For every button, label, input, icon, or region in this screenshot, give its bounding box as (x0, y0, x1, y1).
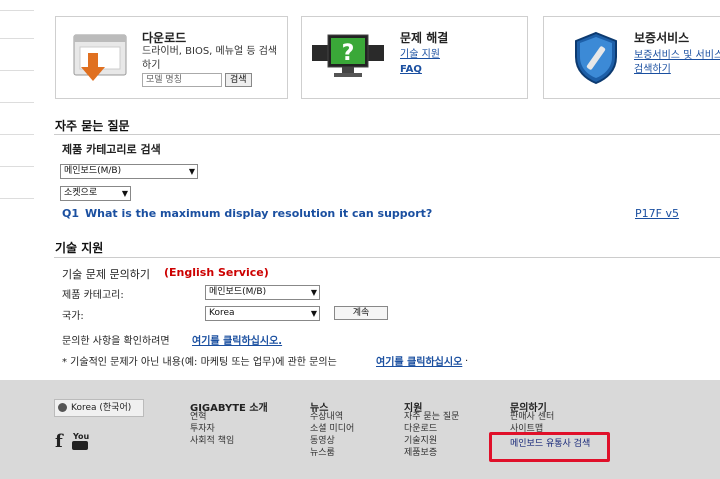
nav-divider (0, 102, 34, 103)
troubleshoot-title: 문제 해결 (400, 31, 449, 45)
support-country-select[interactable]: Korea ▼ (205, 306, 320, 321)
chevron-down-icon: ▼ (310, 288, 317, 297)
svg-text:?: ? (342, 41, 355, 66)
download-icon (73, 34, 127, 81)
continue-button[interactable]: 계속 (334, 306, 388, 320)
support-divider (54, 257, 720, 258)
troubleshoot-card: ? 문제 해결 기술 지원 FAQ (301, 16, 528, 99)
footer-link[interactable]: 사회적 책임 (190, 436, 234, 448)
faq-model-link[interactable]: P17F v5 (635, 207, 679, 220)
chevron-down-icon: ▼ (188, 167, 195, 176)
nav-divider (0, 198, 34, 199)
warranty-service-link[interactable]: 보증서비스 및 서비스 (634, 46, 720, 61)
chevron-down-icon: ▼ (310, 309, 317, 318)
footer-link[interactable]: 자주 묻는 질문 (404, 412, 459, 424)
shield-wrench-icon (575, 31, 617, 85)
download-title: 다운로드 (142, 31, 187, 45)
footer-link[interactable]: 투자자 (190, 424, 215, 436)
faq-question-link[interactable]: What is the maximum display resolution i… (85, 207, 432, 220)
left-nav (0, 0, 34, 380)
nav-divider (0, 10, 34, 11)
faq-model-select[interactable]: 소켓으로 ▼ (60, 186, 131, 201)
monitor-question-icon: ? (312, 34, 384, 77)
youtube-icon[interactable]: You (72, 432, 89, 450)
support-category-select[interactable]: 메인보드(M/B) ▼ (205, 285, 320, 300)
check-inquiry-link[interactable]: 여기를 클릭하십시오. (192, 332, 282, 347)
support-subheading: 기술 문제 문의하기 (62, 268, 150, 281)
footer-link[interactable]: 다운로드 (404, 424, 437, 436)
footer-link[interactable]: 뉴스룸 (310, 448, 335, 460)
nav-divider (0, 70, 34, 71)
warranty-title: 보증서비스 (634, 31, 690, 45)
faq-heading: 자주 묻는 질문 (55, 119, 130, 133)
non-tech-note-text: * 기술적인 문제가 아닌 내용(예: 마케팅 또는 업무)에 관한 문의는 (62, 357, 337, 368)
support-country-label: 국가: (62, 311, 84, 322)
model-name-input[interactable]: 모델 명칭 (142, 73, 222, 87)
warranty-card: 보증서비스 보증서비스 및 서비스 검색하기 (543, 16, 720, 99)
facebook-icon[interactable]: f (55, 431, 63, 452)
non-tech-note-end: . (465, 353, 469, 364)
footer-link[interactable]: 소셜 미디어 (310, 424, 354, 436)
region-selector[interactable]: Korea (한국어) (54, 399, 144, 417)
faq-category-select[interactable]: 메인보드(M/B) ▼ (60, 164, 198, 179)
youtube-label: You (73, 432, 90, 441)
faq-question-label: Q1 (62, 207, 80, 220)
support-heading: 기술 지원 (55, 241, 104, 255)
nav-divider (0, 134, 34, 135)
check-inquiry-text: 문의한 사항을 확인하려면 (62, 336, 170, 347)
download-search-button[interactable]: 검색 (225, 73, 252, 87)
globe-icon (58, 403, 67, 412)
footer: Korea (한국어) f You GIGABYTE 소개 연혁 투자자 사회적… (0, 380, 720, 479)
non-tech-note-link[interactable]: 여기를 클릭하십시오 (376, 353, 462, 368)
youtube-tube-mark (72, 441, 88, 450)
highlight-box (489, 432, 610, 462)
footer-link[interactable]: 판매사 센터 (510, 412, 554, 424)
download-desc: 드라이버, BIOS, 메뉴얼 등 검색하기 (142, 46, 278, 71)
tech-support-link[interactable]: 기술 지원 (400, 45, 440, 60)
support-country-value: Korea (209, 308, 235, 318)
footer-link[interactable]: 수상내역 (310, 412, 343, 424)
warranty-search-link[interactable]: 검색하기 (634, 60, 671, 75)
region-label: Korea (한국어) (71, 403, 132, 413)
nav-divider (0, 38, 34, 39)
footer-link[interactable]: 동영상 (310, 436, 335, 448)
nav-divider (0, 166, 34, 167)
footer-link[interactable]: 기술지원 (404, 436, 437, 448)
download-card: 다운로드 드라이버, BIOS, 메뉴얼 등 검색하기 모델 명칭 검색 (55, 16, 288, 99)
faq-divider (54, 134, 720, 135)
footer-link[interactable]: 제품보증 (404, 448, 437, 460)
faq-model-value: 소켓으로 (64, 188, 98, 198)
support-category-label: 제품 카테고리: (62, 290, 124, 301)
faq-subheading: 제품 카테고리로 검색 (62, 143, 161, 156)
chevron-down-icon: ▼ (121, 189, 128, 198)
faq-category-value: 메인보드(M/B) (64, 166, 122, 176)
support-category-value: 메인보드(M/B) (209, 287, 267, 297)
faq-link[interactable]: FAQ (400, 64, 422, 75)
footer-link[interactable]: 연혁 (190, 412, 207, 424)
english-service-note: (English Service) (164, 266, 269, 279)
